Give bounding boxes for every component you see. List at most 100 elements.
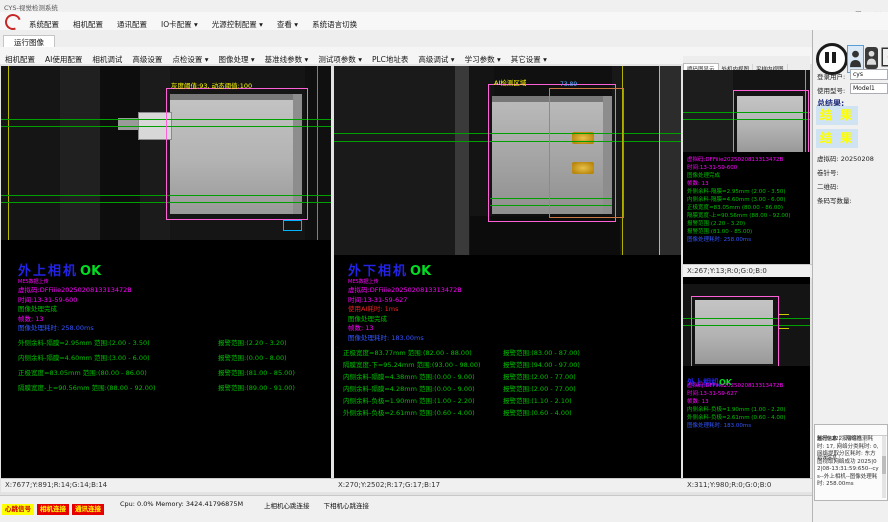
measurement-value: 正极宽度=83.77mm 范围:(82.00 - 88.00) (343, 347, 472, 357)
measurement-value: 外侧余料-负极=2.61mm 范围:(0.60 - 4.00) (343, 407, 475, 417)
measurement-value: 正极宽度=83.05mm 范围:(80.00 - 86.00) (18, 367, 147, 377)
measurement-row: 正极宽度=83.77mm 范围:(82.00 - 88.00)报警范围:(83.… (334, 347, 681, 357)
thumbnail-text-bottom: 虚拟码:DFFiiie2025020813313472B时间:13-31-59-… (687, 382, 807, 430)
threshold-label: 灰度阈值:93, 动态阈值:100 (171, 80, 252, 90)
reference-line-yellow (659, 66, 660, 255)
thumb-text-line: 隔膜宽度-上=90.56mm (88.00 - 92.00) (687, 212, 807, 220)
reference-mark-yellow (779, 328, 789, 329)
tab-strip: 运行图像 (0, 30, 812, 48)
measurement-row: 外侧余料-隔膜=2.95mm 范围:(2.00 - 3.50) 报警范围:(2.2… (1, 337, 331, 347)
left-cursor-status: X:7677;Y:891;R:14;G:14;B:14 (1, 478, 335, 492)
left-camera-image[interactable]: 灰度阈值:93, 动态阈值:100 (1, 66, 331, 240)
time-line: 时间:13-31-59-627 (348, 296, 462, 306)
thumbnail-top-status: X:267;Y:13;R:0;G:0;B:0 (683, 264, 814, 278)
done-line: 图像处理完成 (348, 315, 462, 325)
field-label: 虚拟码: (817, 155, 839, 163)
thumb-text-line: 内侧余料-隔膜=4.60mm (3.00 - 6.00) (687, 196, 807, 204)
machine-structure (334, 66, 459, 255)
measurement-row: 隔膜宽度-上=90.56mm 范围:(88.00 - 92.00)报警范围:(8… (1, 382, 331, 392)
exit-button[interactable] (881, 45, 888, 71)
ok-status: OK (80, 264, 101, 279)
middle-cursor-status: X:270;Y:2502;R:17;G:17;B:17 (334, 478, 685, 492)
measurement-row: 正极宽度=83.05mm 范围:(80.00 - 86.00) 报警范围:(81.… (1, 367, 331, 377)
app-window: CYS-视觉检测系统 — □ × 系统配置相机配置通讯配置IO卡配置 ▾光源控制… (0, 0, 888, 522)
bottom-status-bar: 心跳信号相机连接通讯连接 Cpu: 0.0% Memory: 3424.4179… (0, 495, 812, 512)
machine-structure (455, 66, 469, 255)
titlebar: CYS-视觉检测系统 — □ × (0, 0, 888, 12)
thumbnail-tabs: 喷码图显示外机内视图采样内视图 (683, 56, 810, 71)
thumb-text-line: 图像处理耗时: 258.00ms (687, 236, 807, 244)
measurement-value: 内侧余料-负极=1.90mm 范围:(1.00 - 2.20) (343, 395, 475, 405)
status-link[interactable]: 下相机心跳连接 (324, 502, 370, 510)
camera-title: 外上相机 (18, 264, 78, 279)
measurement-value: 内侧余料-隔膜=4.28mm 范围:(0.00 - 9.00) (343, 383, 475, 393)
model-value[interactable]: Model1 (850, 83, 888, 94)
measurement-value: 隔膜宽度-上=90.56mm 范围:(88.00 - 92.00) (18, 382, 156, 392)
thumb-text-line: 图像处理完成 (687, 172, 807, 180)
thumbnail-image-bottom[interactable] (683, 284, 810, 366)
roi-box-pink (733, 90, 809, 152)
measurement-alarm: 报警范围:(2.00 - 77.00) (503, 383, 576, 393)
thumbnail-bottom-status: X:311;Y:980;R:0;G:0;B:0 (683, 478, 814, 492)
measurement-row: 内侧余料-负极=1.90mm 范围:(1.00 - 2.20) 报警范围:(1.1… (334, 395, 681, 405)
machine-structure (60, 66, 100, 240)
elapsed-line: 图像处理耗时: 183.00ms (348, 334, 462, 344)
measurement-value: 内侧余料-隔膜=4.38mm 范围:(0.00 - 9.00) (343, 371, 475, 381)
reference-mark-yellow (779, 314, 789, 315)
measurement-row: 内侧余料-隔膜=4.60mm 范围:(3.00 - 6.00)报警范围:(0.0… (1, 352, 331, 362)
thumb-text-line: 内侧余料-负极=1.90mm (1.00 - 2.20) (687, 406, 807, 414)
measurement-value: 外侧余料-隔膜=2.95mm 范围:(2.00 - 3.50) (18, 337, 150, 347)
status-link[interactable]: 上相机心跳连接 (264, 502, 310, 510)
thumbnail-image-top[interactable] (683, 70, 810, 152)
coord-label: 73.89 (560, 81, 577, 88)
thumb-text-line: 正极宽度=83.05mm (80.00 - 86.00) (687, 204, 807, 212)
field-row: 卷针号: (817, 167, 839, 177)
field-label: 卷针号: (817, 169, 839, 177)
reference-line-yellow (317, 66, 318, 240)
left-result-text: 外上相机OK MES数据上传 虚拟码:DFFiiie20250208133134… (18, 260, 132, 334)
measurement-row: 外侧余料-负极=2.61mm 范围:(0.60 - 4.00) 报警范围:(0.6… (334, 407, 681, 417)
barcode-line: 虚拟码:DFFiiie2025020813313472B (18, 286, 132, 296)
user-icon (849, 47, 862, 69)
admin-user-button[interactable] (865, 47, 878, 69)
ai-elapsed-line: 使用AI耗时: 1ms (348, 305, 462, 315)
machine-structure (683, 70, 733, 152)
measurement-row: 内侧余料-隔膜=4.28mm 范围:(0.00 - 9.00) 报警范围:(2.0… (334, 383, 681, 393)
heartbeat-links: 上相机心跳连接 下相机心跳连接 (264, 500, 383, 510)
result-box: 结 果 (816, 106, 858, 125)
ai-region-label: AI检测区域 (494, 77, 526, 87)
measurement-alarm: 报警范围:(1.10 - 2.10) (503, 395, 572, 405)
menu-items: 系统配置相机配置通讯配置IO卡配置 ▾光源控制配置 ▾查看 ▾系统语言切换 (22, 12, 364, 30)
measurement-alarm: 报警范围:(2.20 - 3.20) (218, 337, 287, 347)
thumb-text-line: 外侧余料-隔膜=2.95mm (2.00 - 3.50) (687, 188, 807, 196)
roi-box-orange (549, 88, 624, 218)
status-badge: 通讯连接 (72, 504, 104, 515)
pause-icon (832, 52, 836, 63)
status-badge: 相机连接 (37, 504, 69, 515)
window-title: CYS-视觉检测系统 (4, 2, 58, 12)
machine-structure (305, 66, 331, 240)
thumbnail-panel-top: 虚拟码:DFFiiie2025020813313472B时间:13-31-59-… (683, 70, 810, 264)
info-scrollbar[interactable] (882, 436, 886, 498)
thumbnail-panel-bottom: 外上相机OK 虚拟码:DFFiiie2025020813313472B时间:13… (683, 277, 810, 478)
measurement-value: 隔膜宽度-下=95.24mm 范围:(93.00 - 98.00) (343, 359, 481, 369)
roi-box-pink (691, 296, 779, 366)
middle-camera-panel: AI检测区域 73.89 外下相机OK MES数据上传 虚拟码:DFFiiie2… (334, 66, 681, 478)
measurement-value: 内侧余料-隔膜=4.60mm 范围:(3.00 - 6.00) (18, 352, 150, 362)
elapsed-line: 图像处理耗时: 258.00ms (18, 324, 132, 334)
roi-box-pink (166, 88, 308, 220)
left-camera-panel: 灰度阈值:93, 动态阈值:100 外上相机OK MES数据上传 虚拟码:DFF… (1, 66, 331, 478)
exit-door-icon (881, 45, 888, 69)
measurement-alarm: 报警范围:(0.60 - 4.00) (503, 407, 572, 417)
info-tabs: 运行信息报警信息错误信息 (815, 425, 887, 436)
middle-result-text: 外下相机OK MES数据上传 虚拟码:DFFiiie20250208133134… (348, 260, 462, 343)
login-user-value[interactable]: cys (850, 69, 888, 80)
mes-upload-line: MES数据上传 (348, 279, 462, 286)
thumb-text-line: 时间:13-31-59-600 (687, 164, 807, 172)
measurement-alarm: 报警范围:(2.00 - 77.00) (503, 371, 576, 381)
middle-camera-image[interactable]: AI检测区域 73.89 (334, 66, 681, 255)
mes-upload-line: MES数据上传 (18, 279, 132, 286)
barcode-line: 虚拟码:DFFiiie2025020813313472B (348, 286, 462, 296)
field-row: 虚拟码: 20250208 (817, 153, 874, 163)
measurement-alarm: 报警范围:(81.00 - 85.00) (218, 367, 295, 377)
